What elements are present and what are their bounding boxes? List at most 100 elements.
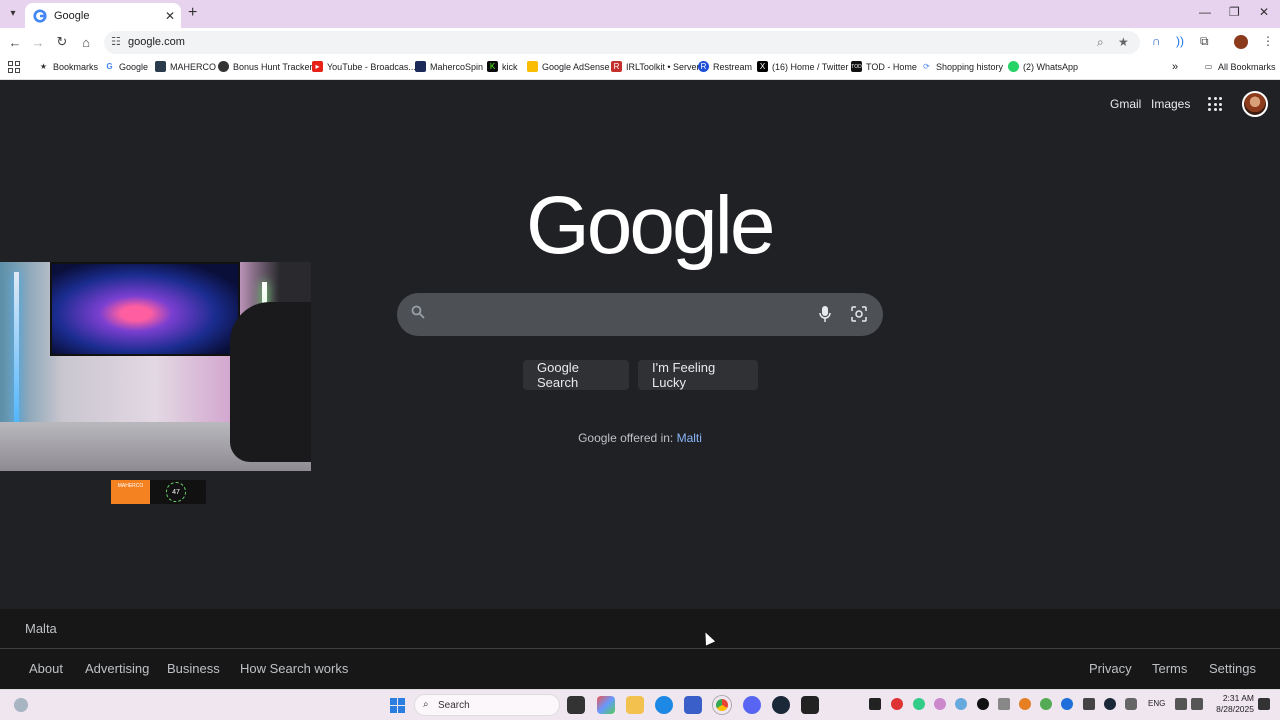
extension-wave-icon[interactable]: ))	[1176, 34, 1184, 48]
tab-title: Google	[54, 9, 90, 22]
kick-tray-icon[interactable]	[977, 698, 989, 710]
google-apps-icon[interactable]	[1208, 97, 1222, 111]
copilot-tray-icon[interactable]	[934, 698, 946, 710]
tab-google[interactable]: Google ✕	[25, 3, 181, 28]
usb-tray-icon[interactable]	[998, 698, 1010, 710]
bookmark-item[interactable]: Bonus Hunt Tracker	[218, 61, 313, 72]
apps-grid-icon[interactable]	[8, 61, 20, 73]
home-icon[interactable]: ⌂	[77, 33, 95, 51]
taskbar-search-label: Search	[438, 700, 470, 711]
device-tray-icon[interactable]	[1083, 698, 1095, 710]
account-avatar[interactable]	[1242, 91, 1268, 117]
bluetooth-icon[interactable]	[1061, 698, 1073, 710]
orange-tray-icon[interactable]	[1019, 698, 1031, 710]
reload-icon[interactable]: ↻	[53, 33, 71, 51]
steam-tray-icon[interactable]	[1104, 698, 1116, 710]
footer-how-search-works-link[interactable]: How Search works	[240, 661, 348, 676]
volume-icon[interactable]	[1191, 698, 1203, 710]
store-icon[interactable]	[684, 696, 702, 714]
bookmark-item[interactable]: (2) WhatsApp	[1008, 61, 1078, 72]
restore-icon[interactable]: ❐	[1229, 5, 1240, 19]
tab-search-button[interactable]: ▾	[5, 5, 21, 21]
bookmark-item[interactable]: Kkick	[487, 61, 518, 72]
all-bookmarks-folder[interactable]: ▭ All Bookmarks	[1203, 61, 1276, 72]
shopping-icon: ⟳	[923, 62, 930, 71]
clock-date: 8/28/2025	[1216, 704, 1254, 714]
green-tray-icon[interactable]	[913, 698, 925, 710]
bookmark-item[interactable]: Google AdSense	[527, 61, 610, 72]
steam-icon[interactable]	[772, 696, 790, 714]
footer-privacy-link[interactable]: Privacy	[1089, 661, 1132, 676]
windows-start-icon[interactable]	[390, 698, 405, 713]
cloud-tray-icon[interactable]	[955, 698, 967, 710]
images-link[interactable]: Images	[1151, 97, 1190, 111]
badge-counter: 47	[166, 482, 186, 502]
taskbar-search[interactable]: ⌕ Search	[414, 694, 560, 716]
address-bar[interactable]: ☷ google.com ⌕ ★	[104, 31, 1140, 54]
search-box[interactable]	[397, 293, 883, 336]
bookmark-item[interactable]: X (16) Home / Twitter	[757, 61, 848, 72]
system-clock[interactable]: 2:31 AM 8/28/2025	[1212, 693, 1254, 715]
google-search-button[interactable]: Google Search	[523, 360, 629, 390]
feeling-lucky-button[interactable]: I'm Feeling Lucky	[638, 360, 758, 390]
footer-settings-link[interactable]: Settings	[1209, 661, 1256, 676]
shield-tray-icon[interactable]	[1040, 698, 1052, 710]
chrome-taskbar-icon[interactable]	[713, 696, 731, 714]
app-tray-icon[interactable]	[891, 698, 903, 710]
taskbar-search-icon: ⌕	[423, 699, 429, 710]
minimize-icon[interactable]: —	[1199, 5, 1211, 19]
file-explorer-icon[interactable]	[626, 696, 644, 714]
footer-advertising-link[interactable]: Advertising	[85, 661, 149, 676]
bookmark-item[interactable]: ⟳ Shopping history	[921, 61, 1003, 72]
footer-terms-link[interactable]: Terms	[1152, 661, 1187, 676]
bookmarks-overflow-icon[interactable]: »	[1172, 61, 1178, 73]
microphone-icon[interactable]	[818, 305, 832, 323]
bookmark-item[interactable]: TOD TOD - Home	[851, 61, 917, 72]
widgets-icon[interactable]	[14, 698, 28, 712]
star-icon: ★	[39, 62, 48, 71]
google-lens-icon[interactable]	[850, 305, 868, 323]
epic-games-icon[interactable]	[801, 696, 819, 714]
extension-a-icon[interactable]: ∩	[1152, 34, 1161, 48]
close-window-icon[interactable]: ✕	[1259, 5, 1269, 19]
new-tab-button[interactable]: +	[188, 5, 197, 21]
zoom-icon[interactable]: ⌕	[1097, 35, 1104, 50]
microphone-tray-icon[interactable]	[1125, 698, 1137, 710]
bookmark-item[interactable]: R Restream	[698, 61, 752, 72]
browser-toolbar: ← → ↻ ⌂ ☷ google.com ⌕ ★ ∩ )) ⧉ ⋮	[0, 28, 1280, 56]
copilot-icon[interactable]	[597, 696, 615, 714]
bookmark-item[interactable]: ★ Bookmarks	[38, 61, 98, 72]
language-indicator[interactable]: ENG	[1148, 699, 1165, 708]
back-icon[interactable]: ←	[6, 33, 24, 51]
gmail-link[interactable]: Gmail	[1110, 97, 1141, 111]
forward-icon[interactable]: →	[29, 33, 47, 51]
x-icon: X	[757, 61, 768, 72]
extensions-puzzle-icon[interactable]: ⧉	[1200, 34, 1209, 49]
edge-icon[interactable]	[655, 696, 673, 714]
address-url: google.com	[128, 36, 185, 48]
bookmark-item[interactable]: ▸ YouTube - Broadcas...	[312, 61, 416, 72]
windows-taskbar: ⌕ Search ENG 2:31 AM 8/28/2025	[0, 689, 1280, 720]
discord-icon[interactable]	[743, 696, 761, 714]
language-link-malti[interactable]: Malti	[677, 431, 702, 445]
bookmark-item[interactable]: MAHERCO	[155, 61, 216, 72]
network-icon[interactable]	[1175, 698, 1187, 710]
menu-kebab-icon[interactable]: ⋮	[1262, 34, 1274, 48]
notifications-icon[interactable]	[1258, 698, 1270, 710]
bookmark-item[interactable]: R IRLToolkit • Server	[611, 61, 700, 72]
site-info-icon[interactable]: ☷	[111, 35, 121, 48]
footer-business-link[interactable]: Business	[167, 661, 220, 676]
bookmark-item[interactable]: G Google	[104, 61, 148, 72]
profile-avatar[interactable]	[1234, 35, 1248, 49]
nvidia-tray-icon[interactable]	[869, 698, 881, 710]
tab-close-icon[interactable]: ✕	[165, 9, 175, 23]
google-favicon-icon	[33, 8, 47, 23]
webcam-chair	[230, 302, 311, 462]
youtube-icon: ▸	[312, 61, 323, 72]
webcam-lamp-left	[14, 272, 19, 442]
footer-about-link[interactable]: About	[29, 661, 63, 676]
search-input[interactable]	[441, 303, 801, 325]
bookmark-item[interactable]: MahercoSpin	[415, 61, 483, 72]
bookmark-star-icon[interactable]: ★	[1118, 35, 1129, 49]
task-view-icon[interactable]	[567, 696, 585, 714]
